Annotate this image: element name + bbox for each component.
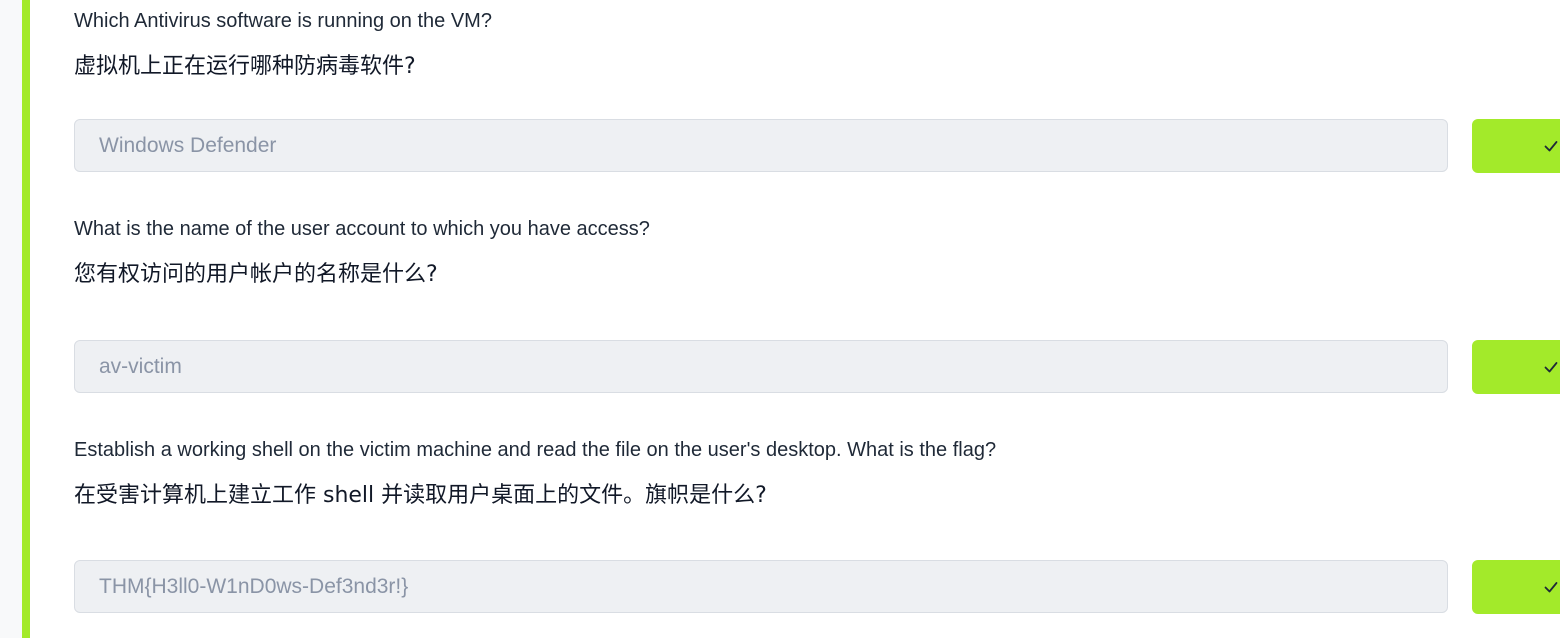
task-questions-panel: Which Antivirus software is running on t… <box>0 0 1560 638</box>
question-2-answer-value: av-victim <box>99 354 182 378</box>
question-1-text-zh: 虚拟机上正在运行哪种防病毒软件? <box>74 54 416 79</box>
question-1-submit-button[interactable] <box>1472 119 1560 173</box>
question-2-text-en: What is the name of the user account to … <box>74 218 650 240</box>
question-1-text-en: Which Antivirus software is running on t… <box>74 10 492 32</box>
question-1-answer-value: Windows Defender <box>99 133 277 157</box>
question-3-answer-value: THM{H3ll0-W1nD0ws-Def3nd3r!} <box>99 574 409 598</box>
question-3-text-zh: 在受害计算机上建立工作 shell 并读取用户桌面上的文件。旗帜是什么? <box>74 483 767 508</box>
question-3: Establish a working shell on the victim … <box>74 438 997 508</box>
question-3-text-en: Establish a working shell on the victim … <box>74 439 997 461</box>
question-1-answer-input[interactable]: Windows Defender <box>74 119 1448 172</box>
question-2-submit-button[interactable] <box>1472 340 1560 394</box>
question-3-submit-button[interactable] <box>1472 560 1560 614</box>
check-icon <box>1544 362 1558 373</box>
left-gutter <box>0 0 23 638</box>
check-icon <box>1544 582 1558 593</box>
question-1: Which Antivirus software is running on t… <box>74 9 492 79</box>
question-2: What is the name of the user account to … <box>74 217 650 287</box>
question-3-answer-input[interactable]: THM{H3ll0-W1nD0ws-Def3nd3r!} <box>74 560 1448 613</box>
task-accent-bar <box>22 0 30 638</box>
question-2-answer-input[interactable]: av-victim <box>74 340 1448 393</box>
check-icon <box>1544 141 1558 152</box>
question-2-text-zh: 您有权访问的用户帐户的名称是什么? <box>74 262 438 287</box>
